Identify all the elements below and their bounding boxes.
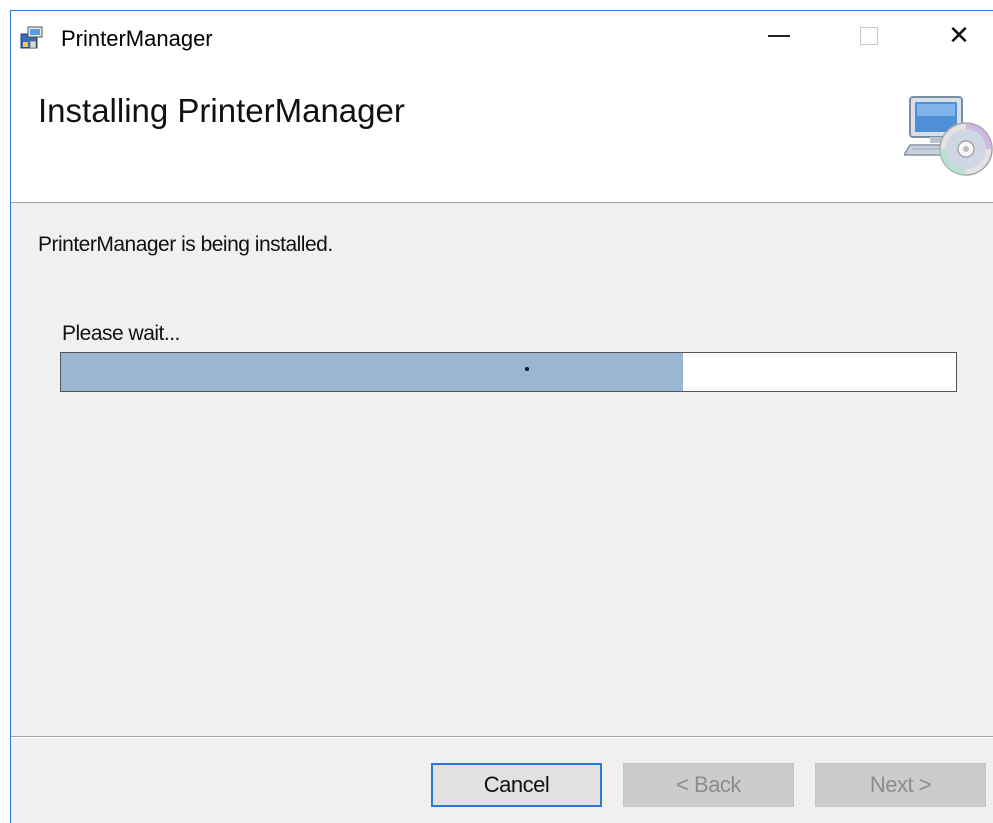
title-bar[interactable]: PrinterManager ✕ — [11, 11, 993, 69]
close-icon: ✕ — [948, 21, 970, 51]
close-button[interactable]: ✕ — [914, 11, 993, 61]
minimize-icon — [768, 35, 790, 37]
install-progress-bar — [60, 352, 957, 392]
computer-cd-icon — [904, 96, 993, 176]
cancel-button[interactable]: Cancel — [431, 763, 602, 807]
minimize-button[interactable] — [734, 11, 824, 61]
installer-banner: Installing PrinterManager — [11, 69, 993, 203]
status-text: PrinterManager is being installed. — [38, 233, 333, 256]
mouse-cursor-dot — [525, 367, 529, 371]
next-button[interactable]: Next > — [815, 763, 986, 807]
installer-window: PrinterManager ✕ Installing PrinterManag… — [10, 10, 993, 823]
installer-icon — [20, 26, 43, 49]
window-title: PrinterManager — [61, 26, 213, 51]
maximize-icon — [860, 27, 878, 45]
wait-text: Please wait... — [62, 322, 180, 345]
maximize-button[interactable] — [824, 11, 914, 61]
banner-title: Installing PrinterManager — [38, 92, 405, 129]
back-button[interactable]: < Back — [623, 763, 794, 807]
footer-divider — [11, 736, 993, 738]
progress-fill — [61, 353, 684, 391]
